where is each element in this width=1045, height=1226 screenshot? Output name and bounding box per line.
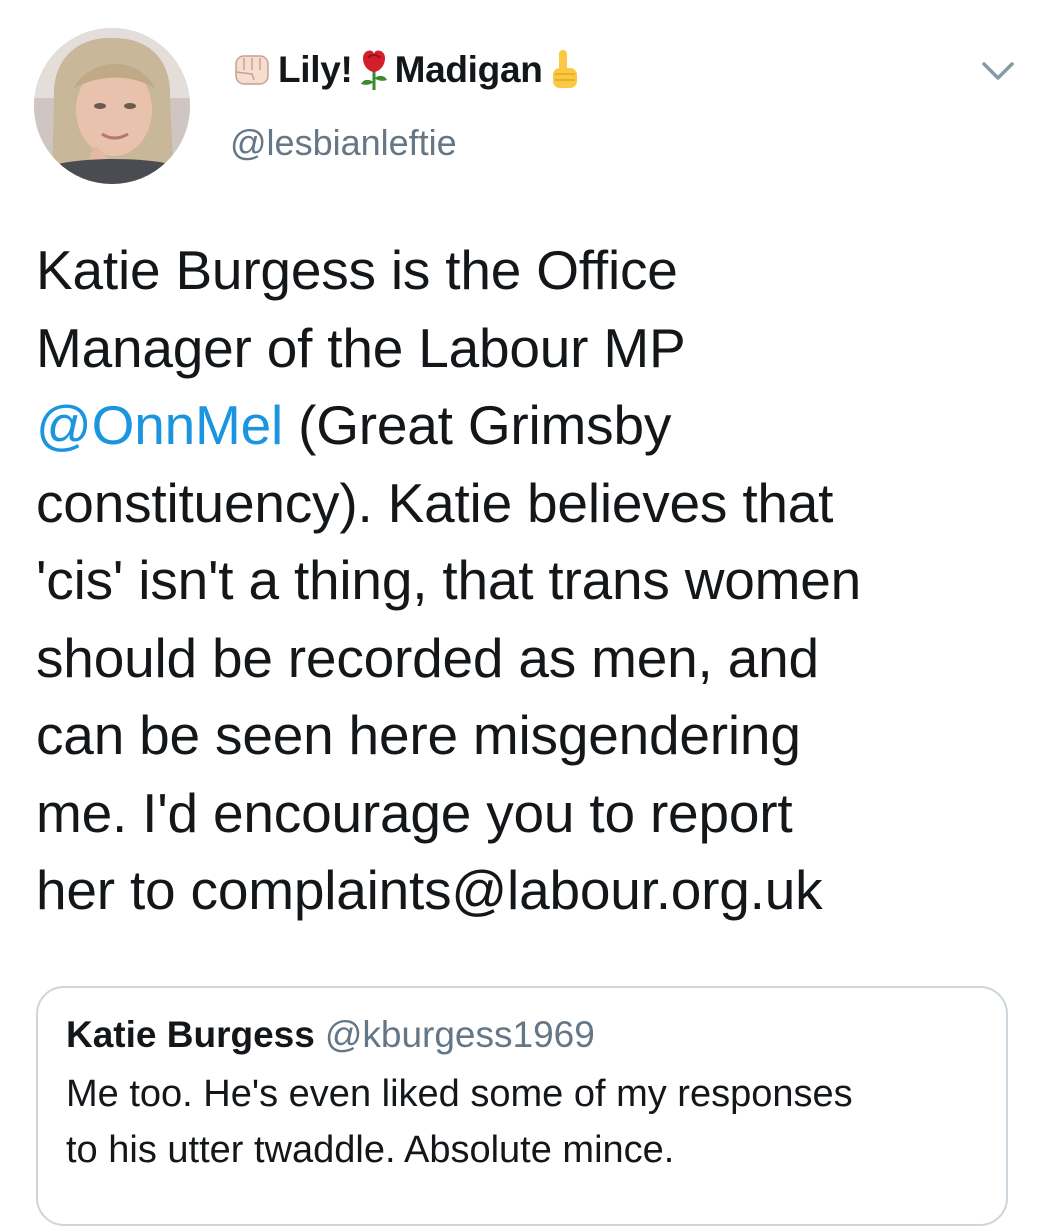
tweet-text-line: me. I'd encourage you to report — [36, 781, 793, 844]
tweet-text-line: should be recorded as men, and — [36, 626, 819, 689]
tweet-text-line: Manager of the Labour MP — [36, 316, 686, 379]
tweet: Lily! Madigan @lesbianleftie Katie Burge… — [0, 0, 1045, 1226]
display-name-last: Madigan — [394, 49, 543, 90]
avatar-image — [34, 28, 190, 184]
tweet-text-line: Katie Burgess is the Office — [36, 239, 678, 301]
quoted-tweet[interactable]: Katie Burgess @kburgess1969 Me too. He's … — [36, 986, 1008, 1226]
rose-icon — [357, 48, 391, 92]
tweet-text: Katie Burgess is the Office Manager of t… — [36, 232, 1026, 930]
quoted-tweet-header: Katie Burgess @kburgess1969 — [66, 1014, 595, 1056]
avatar[interactable] — [34, 28, 190, 184]
tweet-text-line: constituency). Katie believes that — [36, 471, 834, 534]
tweet-text-line: can be seen here misgendering — [36, 704, 801, 766]
mention-link[interactable]: @OnnMel — [36, 394, 283, 456]
quoted-text-line: Me too. He's even liked some of my respo… — [66, 1073, 853, 1115]
quoted-author-handle: @kburgess1969 — [324, 1014, 595, 1055]
quoted-text-line: to his utter twaddle. Absolute mince. — [66, 1129, 675, 1171]
author-handle[interactable]: @lesbianleftie — [230, 122, 457, 164]
tweet-text-line: @OnnMel (Great Grimsby — [36, 387, 1026, 465]
quoted-tweet-text: Me too. He's even liked some of my respo… — [66, 1066, 986, 1178]
display-name-first: Lily! — [278, 49, 353, 90]
raised-fist-icon — [230, 50, 274, 90]
tweet-text-line: her to complaints@labour.org.uk — [36, 859, 823, 921]
tweet-text-line: 'cis' isn't a thing, that trans women — [36, 549, 862, 611]
display-name[interactable]: Lily! Madigan — [230, 42, 581, 98]
pointing-up-icon — [547, 48, 581, 92]
quoted-author-name: Katie Burgess — [66, 1014, 315, 1055]
tweet-text-fragment: (Great Grimsby — [283, 394, 672, 456]
chevron-down-icon[interactable] — [978, 56, 1018, 86]
